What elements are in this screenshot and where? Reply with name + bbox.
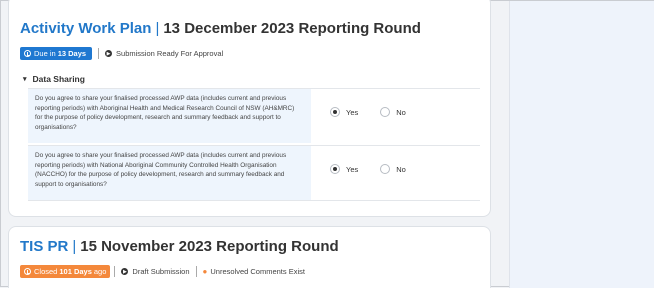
yes-radio[interactable]: Yes [330,107,358,117]
right-panel [509,1,654,288]
closed-suffix: ago [93,267,107,276]
radio-unchecked-icon[interactable] [380,164,391,174]
submission-status: Submission Ready For Approval [116,49,224,58]
question-text: Do you agree to share your finalised pro… [28,89,311,143]
section-title: Data Sharing [32,74,85,84]
submission-status: Draft Submission [132,267,190,276]
due-days: 13 Days [57,49,87,58]
yes-label: Yes [346,164,359,174]
yes-radio[interactable]: Yes [330,164,358,174]
yes-label: Yes [346,107,359,117]
no-radio[interactable]: No [380,164,406,174]
title-divider: | [72,238,77,255]
chevron-down-icon: ▾ [23,76,27,83]
app-frame: Activity Work Plan | 13 December 2023 Repo… [0,0,654,288]
answer-radio-group: Yes No [330,164,428,174]
comments-icon: ● [202,267,208,276]
clock-icon [24,50,31,57]
tis-pr-link[interactable]: TIS PR [20,238,68,255]
due-badge: Due in 13 Days [20,47,93,60]
status-divider [98,48,100,59]
radio-checked-icon[interactable] [330,107,340,117]
radio-unchecked-icon[interactable] [380,107,391,117]
clock-icon [24,268,31,275]
status-divider [114,266,116,277]
question-row: Do you agree to share your finalised pro… [28,145,480,201]
no-label: No [396,164,406,174]
question-text: Do you agree to share your finalised pro… [28,146,311,200]
reporting-round-label: 15 November 2023 Reporting Round [80,238,339,255]
status-divider [195,266,197,277]
status-row: Due in 13 Days ▶ Submission Ready For Ap… [20,47,223,60]
card-title: TIS PR | 15 November 2023 Reporting Round [20,238,339,255]
closed-badge: Closed 101 Days ago [20,265,111,278]
closed-days: 101 Days [59,267,92,276]
data-sharing-section-toggle[interactable]: ▾ Data Sharing [23,74,85,84]
reporting-round-label: 13 December 2023 Reporting Round [163,20,421,37]
arrow-circle-icon: ▶ [121,268,129,275]
radio-checked-icon[interactable] [330,164,340,174]
question-row: Do you agree to share your finalised pro… [28,88,480,143]
activity-work-plan-link[interactable]: Activity Work Plan [20,20,151,37]
card-title: Activity Work Plan | 13 December 2023 Repo… [20,20,421,37]
arrow-circle-icon: ▶ [105,50,113,57]
closed-prefix: Closed [34,267,58,276]
no-label: No [396,107,406,117]
status-row: Closed 101 Days ago ▶ Draft Submission ●… [20,265,305,278]
tis-pr-card: TIS PR | 15 November 2023 Reporting Round … [8,226,491,288]
comments-status: Unresolved Comments Exist [210,267,305,276]
due-prefix: Due in [34,49,56,58]
title-divider: | [155,20,160,37]
no-radio[interactable]: No [380,107,406,117]
activity-work-plan-card: Activity Work Plan | 13 December 2023 Repo… [8,0,491,217]
answer-radio-group: Yes No [330,107,428,117]
